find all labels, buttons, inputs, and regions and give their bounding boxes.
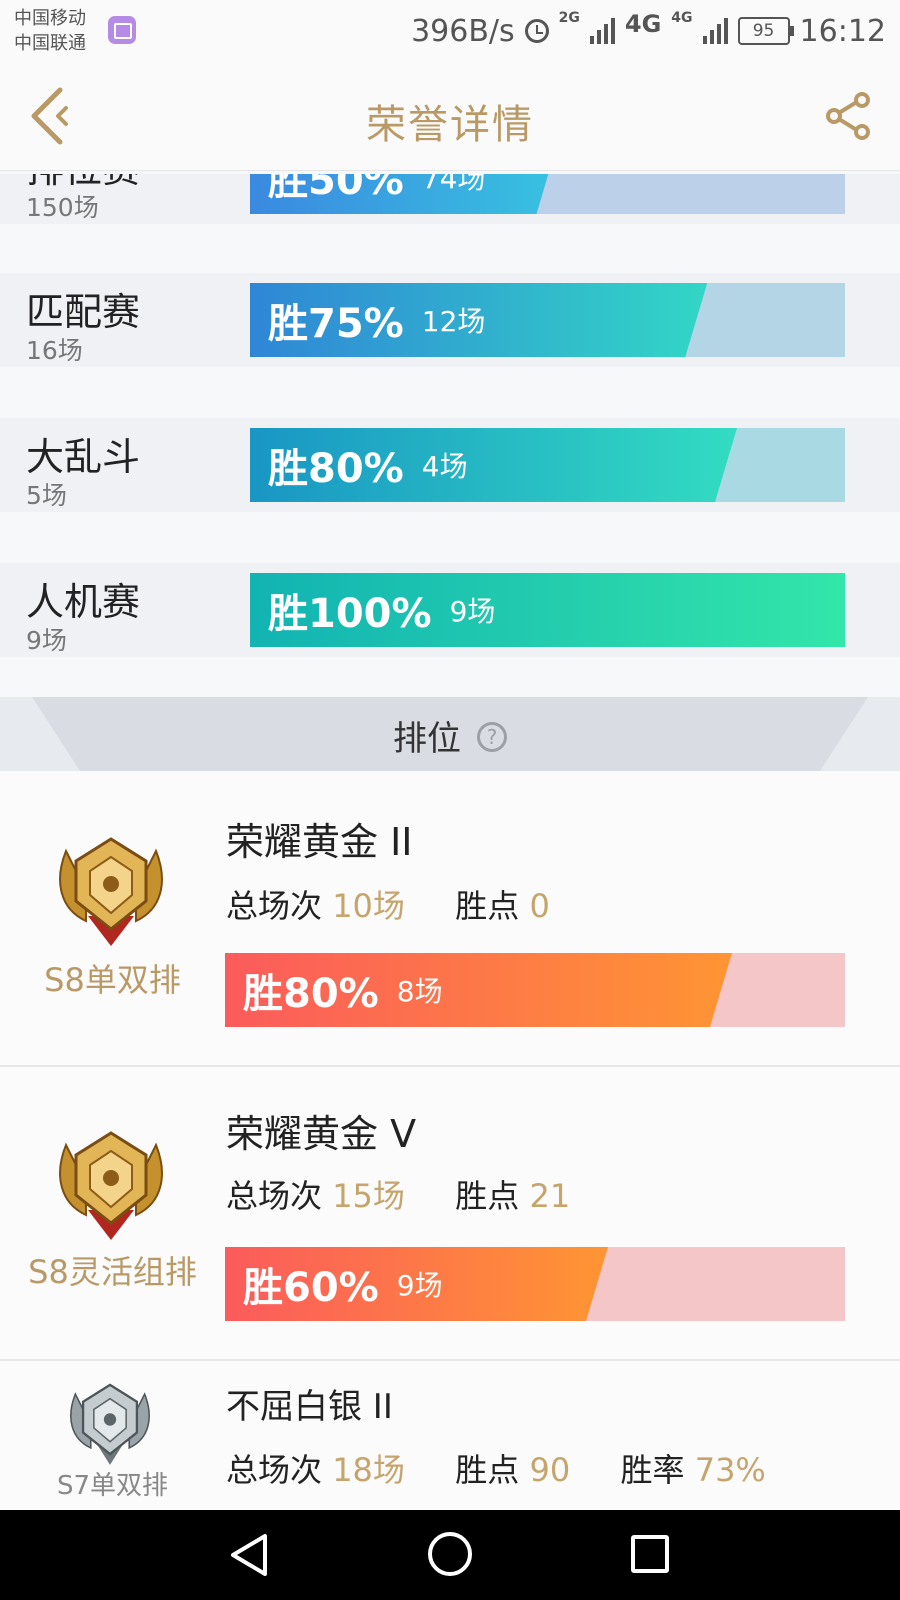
mode-count: 9场 <box>26 626 67 655</box>
total-value: 15场 <box>332 1177 405 1215</box>
rank-stats: 总场次 18场 胜点 90 胜率 73% <box>226 1445 766 1491</box>
rank-winrate-bar: 胜60% 9场 <box>225 1247 845 1321</box>
page-title: 荣誉详情 <box>366 102 534 148</box>
mode-count: 150场 <box>26 193 99 222</box>
carrier-2: 中国联通 <box>14 33 86 54</box>
net-4g-label: 4G <box>624 10 662 38</box>
rank-tier: 荣耀黄金 V <box>226 1112 417 1156</box>
win-games: 9场 <box>449 595 496 628</box>
win-games: 12场 <box>421 305 486 338</box>
mode-winrate-bar: 胜80% 4场 <box>250 428 845 502</box>
points-value: 0 <box>529 887 550 925</box>
mode-name: 匹配赛 <box>26 290 141 334</box>
signal-icon-2 <box>702 18 728 44</box>
carrier-labels: 中国移动 中国联通 <box>14 6 86 56</box>
rate-value: 73% <box>694 1451 766 1489</box>
carrier-1: 中国移动 <box>14 8 86 29</box>
silver-rank-badge-icon <box>70 1383 150 1465</box>
total-value: 18场 <box>332 1451 405 1489</box>
status-right: 396B/s 2G 4G 4G 95 16:12 <box>411 10 886 52</box>
clock: 16:12 <box>799 13 886 49</box>
rank-stats: 总场次 10场 胜点 0 <box>226 881 550 927</box>
rank-tier: 不屈白银 II <box>226 1387 393 1427</box>
signal-icon-1 <box>589 18 615 44</box>
mode-winrate-bar: 胜75% 12场 <box>250 283 845 357</box>
help-icon[interactable]: ? <box>477 721 507 752</box>
winrate-percent: 胜100% <box>268 591 432 637</box>
nav-home-icon[interactable] <box>428 1532 472 1576</box>
section-title-text: 排位 <box>393 719 461 759</box>
rate-label: 胜率 <box>620 1451 685 1489</box>
points-label: 胜点 <box>455 1451 520 1489</box>
rank-winrate-bar: 胜80% 8场 <box>225 953 845 1027</box>
winrate-label: 胜80% 8场 <box>243 953 443 1027</box>
mode-name: 大乱斗 <box>26 435 141 479</box>
ranked-card-solo-duo[interactable]: S8单双排 荣耀黄金 II 总场次 10场 胜点 0 胜80% 8场 <box>0 771 900 1067</box>
winrate-label: 胜100% 9场 <box>268 573 495 647</box>
mode-count: 16场 <box>26 336 83 365</box>
points-label: 胜点 <box>455 887 520 925</box>
winrate-percent: 胜60% <box>243 1265 379 1311</box>
nav-recent-apps-icon[interactable] <box>631 1535 669 1573</box>
points-value: 90 <box>529 1451 571 1489</box>
mode-row-bots[interactable]: 人机赛 9场 胜100% 9场 <box>0 563 900 657</box>
mode-row-normal[interactable]: 匹配赛 16场 胜75% 12场 <box>0 273 900 367</box>
mode-name: 人机赛 <box>26 580 141 624</box>
winrate-label: 胜60% 9场 <box>243 1247 443 1321</box>
net-4g-small-label: 4G <box>671 10 693 26</box>
mode-count: 5场 <box>26 481 67 510</box>
section-title: 排位? <box>0 711 900 760</box>
mode-row-aram[interactable]: 大乱斗 5场 胜80% 4场 <box>0 418 900 512</box>
winrate-label: 胜75% 12场 <box>268 283 485 357</box>
ranked-card-s7[interactable]: S7单双排 不屈白银 II 总场次 18场 胜点 90 胜率 73% <box>0 1361 900 1510</box>
ranked-card-flex[interactable]: S8灵活组排 荣耀黄金 V 总场次 15场 胜点 21 胜60% 9场 <box>0 1067 900 1361</box>
net-2g-label: 2G <box>558 10 580 26</box>
winrate-percent: 胜80% <box>268 446 404 492</box>
winrate-label: 胜80% 4场 <box>268 428 468 502</box>
points-label: 胜点 <box>455 1177 520 1215</box>
alarm-icon <box>524 19 549 43</box>
share-button[interactable] <box>826 92 874 140</box>
rank-stats: 总场次 15场 胜点 21 <box>226 1171 570 1217</box>
total-label: 总场次 <box>226 1451 323 1489</box>
battery-icon: 95 <box>737 17 794 45</box>
net-speed: 396B/s <box>411 13 515 49</box>
queue-name: S8单双排 <box>44 961 181 999</box>
gold-rank-badge-icon <box>59 837 163 946</box>
total-label: 总场次 <box>226 1177 323 1215</box>
winrate-percent: 胜75% <box>268 301 404 347</box>
win-games: 8场 <box>396 975 443 1008</box>
status-bar: 中国移动 中国联通 396B/s 2G 4G 4G 95 16:12 <box>0 0 900 64</box>
mode-winrate-bar: 胜100% 9场 <box>250 573 845 647</box>
nav-back-icon[interactable] <box>227 1532 273 1578</box>
rank-tier: 荣耀黄金 II <box>226 820 413 864</box>
total-label: 总场次 <box>226 887 323 925</box>
winrate-percent: 胜80% <box>243 971 379 1017</box>
total-value: 10场 <box>332 887 405 925</box>
queue-name: S7单双排 <box>56 1471 169 1501</box>
queue-name: S8灵活组排 <box>28 1253 197 1291</box>
points-value: 21 <box>529 1177 571 1215</box>
section-header-ranked: 排位? <box>0 697 900 771</box>
win-games: 4场 <box>421 450 468 483</box>
gallery-notification-icon <box>108 16 136 44</box>
gold-rank-badge-icon <box>59 1131 163 1240</box>
win-games: 9场 <box>396 1269 443 1302</box>
